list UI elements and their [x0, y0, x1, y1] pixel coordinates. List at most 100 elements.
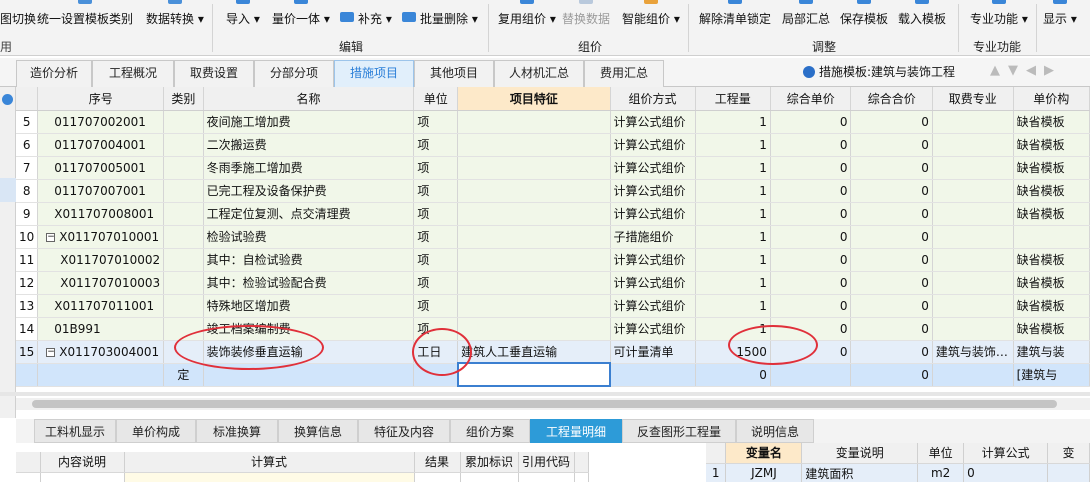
- row-unit[interactable]: 项: [413, 271, 459, 295]
- header-price-composition[interactable]: 单价构: [1013, 87, 1090, 111]
- row-unit[interactable]: 项: [413, 156, 459, 180]
- table-row[interactable]: 定 0 0 [建筑与: [16, 362, 1090, 387]
- row-pricing-method[interactable]: 计算公式组价: [610, 156, 696, 180]
- row-pricing-method[interactable]: 计算公式组价: [610, 202, 696, 226]
- detail-header-content[interactable]: 内容说明: [40, 452, 125, 473]
- header-name[interactable]: 名称: [203, 87, 415, 111]
- row-code[interactable]: X011707008001: [37, 202, 165, 226]
- professional-function-button[interactable]: 专业功能 ▾: [970, 0, 1028, 34]
- row-price-composition[interactable]: [1013, 225, 1090, 249]
- row-features[interactable]: [456, 362, 612, 387]
- row-fee-major[interactable]: 建筑与装饰…: [932, 340, 1014, 364]
- row-features[interactable]: [457, 317, 611, 341]
- detail-header-ref-code[interactable]: 引用代码: [518, 452, 575, 473]
- table-row[interactable]: 8 011707007001 已完工程及设备保护费项计算公式组价 1 0 0 缺省模板: [16, 179, 1090, 203]
- row-unit[interactable]: 项: [413, 110, 459, 134]
- table-row[interactable]: 13 X011707011001 特殊地区增加费项计算公式组价 1 0 0 缺省模板: [16, 294, 1090, 318]
- row-total-price[interactable]: 0: [850, 271, 933, 295]
- row-unit[interactable]: 项: [413, 179, 459, 203]
- row-code[interactable]: − X011703004001: [37, 340, 165, 364]
- row-total-price[interactable]: 0: [850, 156, 933, 180]
- table-row[interactable]: 6 011707004001 二次搬运费项计算公式组价 1 0 0 缺省模板: [16, 133, 1090, 157]
- tab-labor-material-summary[interactable]: 人材机汇总: [494, 60, 584, 87]
- row-unit[interactable]: 项: [413, 202, 459, 226]
- tab-features-content[interactable]: 特征及内容: [358, 419, 450, 443]
- display-button[interactable]: 显示 ▾: [1043, 0, 1077, 34]
- header-pricing-method[interactable]: 组价方式: [610, 87, 696, 111]
- collapse-node-icon[interactable]: −: [46, 347, 56, 357]
- save-template-button[interactable]: 保存模板: [840, 0, 888, 34]
- row-code[interactable]: X011707010003: [37, 271, 165, 295]
- detail-header-formula[interactable]: 计算式: [124, 452, 415, 473]
- row-category[interactable]: [163, 271, 204, 295]
- smart-pricing-button[interactable]: 智能组价 ▾: [622, 0, 680, 34]
- table-row[interactable]: 9 X011707008001 工程定位复测、点交清理费项计算公式组价 1 0 0 缺省模板: [16, 202, 1090, 226]
- row-name[interactable]: 夜间施工增加费: [203, 110, 415, 134]
- header-seq[interactable]: 序号: [37, 87, 165, 111]
- row-features[interactable]: 建筑人工垂直运输: [457, 340, 611, 364]
- row-quantity[interactable]: 1: [695, 156, 771, 180]
- row-pricing-method[interactable]: 计算公式组价: [610, 271, 696, 295]
- detail-scrollbar[interactable]: [574, 452, 589, 473]
- replace-data-button[interactable]: 替换数据: [562, 0, 610, 34]
- expand-icon[interactable]: [2, 94, 13, 105]
- table-row[interactable]: 7 011707005001 冬雨季施工增加费项计算公式组价 1 0 0 缺省模板: [16, 156, 1090, 180]
- row-category[interactable]: [163, 202, 204, 226]
- var-row-description[interactable]: 建筑面积: [801, 463, 919, 482]
- var-header-extra[interactable]: 变: [1047, 443, 1090, 464]
- var-header-unit[interactable]: 单位: [917, 443, 965, 464]
- table-row[interactable]: 5 011707002001 夜间施工增加费项计算公式组价 1 0 0 缺省模板: [16, 110, 1090, 134]
- var-header-description[interactable]: 变量说明: [801, 443, 919, 464]
- row-pricing-method[interactable]: 计算公式组价: [610, 317, 696, 341]
- splitter[interactable]: [0, 392, 1090, 396]
- header-total-price[interactable]: 综合合价: [850, 87, 933, 111]
- row-name[interactable]: 工程定位复测、点交清理费: [203, 202, 415, 226]
- row-name[interactable]: 特殊地区增加费: [203, 294, 415, 318]
- row-features[interactable]: [457, 179, 611, 203]
- row-total-price[interactable]: 0: [850, 179, 933, 203]
- row-price-composition[interactable]: [建筑与: [1013, 363, 1090, 387]
- row-code[interactable]: 011707005001: [37, 156, 165, 180]
- header-category[interactable]: 类别: [163, 87, 204, 111]
- row-fee-major[interactable]: [932, 271, 1014, 295]
- row-category[interactable]: 定: [163, 363, 204, 387]
- row-category[interactable]: [163, 133, 204, 157]
- row-fee-major[interactable]: [932, 110, 1014, 134]
- row-unit[interactable]: 项: [413, 248, 459, 272]
- reuse-pricing-button[interactable]: 复用组价 ▾: [498, 0, 556, 34]
- row-quantity[interactable]: 1: [695, 179, 771, 203]
- row-name[interactable]: 检验试验费: [203, 225, 415, 249]
- load-template-button[interactable]: 载入模板: [898, 0, 946, 34]
- row-quantity[interactable]: 0: [695, 363, 771, 387]
- row-fee-major[interactable]: [932, 202, 1014, 226]
- unlock-list-button[interactable]: 解除清单锁定: [699, 0, 771, 34]
- row-features[interactable]: [457, 225, 611, 249]
- row-pricing-method[interactable]: 计算公式组价: [610, 248, 696, 272]
- row-features[interactable]: [457, 271, 611, 295]
- tab-quantity-detail[interactable]: 工程量明细: [530, 419, 622, 443]
- row-code[interactable]: 011707004001: [37, 133, 165, 157]
- tab-measures[interactable]: 措施项目: [334, 60, 414, 87]
- var-header-name[interactable]: 变量名: [725, 443, 803, 464]
- move-arrows-icon[interactable]: ▲▼◀▶: [990, 63, 1062, 78]
- tab-other-items[interactable]: 其他项目: [414, 60, 494, 87]
- row-unit[interactable]: 项: [413, 225, 459, 249]
- row-price-composition[interactable]: 缺省模板: [1013, 202, 1090, 226]
- row-quantity[interactable]: 1: [695, 133, 771, 157]
- row-total-price[interactable]: 0: [850, 340, 933, 364]
- table-row[interactable]: 14 01B991 竣工档案编制费项计算公式组价 1 0 0 缺省模板: [16, 317, 1090, 341]
- tab-material-display[interactable]: 工料机显示: [34, 419, 116, 443]
- header-fee-major[interactable]: 取费专业: [932, 87, 1014, 111]
- var-row-formula[interactable]: 0: [963, 463, 1049, 482]
- scrollbar-thumb[interactable]: [32, 400, 1057, 408]
- row-code[interactable]: 011707007001: [37, 179, 165, 203]
- row-pricing-method[interactable]: 计算公式组价: [610, 133, 696, 157]
- row-category[interactable]: [163, 225, 204, 249]
- table-row[interactable]: 12 X011707010003 其中：检验试验配合费项计算公式组价 1 0 0 缺省模板: [16, 271, 1090, 295]
- header-unit[interactable]: 单位: [413, 87, 459, 111]
- row-pricing-method[interactable]: [610, 363, 696, 387]
- row-total-price[interactable]: 0: [850, 110, 933, 134]
- row-price-composition[interactable]: 缺省模板: [1013, 110, 1090, 134]
- row-code[interactable]: X011707011001: [37, 294, 165, 318]
- row-fee-major[interactable]: [932, 225, 1014, 249]
